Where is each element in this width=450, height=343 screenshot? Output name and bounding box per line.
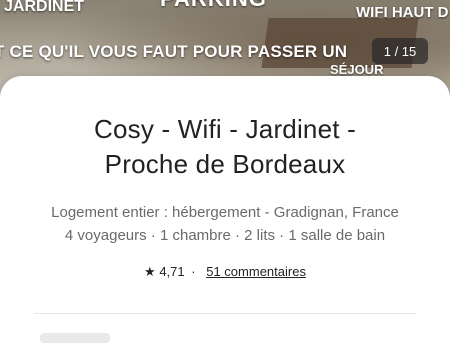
- rating-row: ★ 4,71 · 51 commentaires: [0, 264, 450, 280]
- photo-overlay-text: SÉJOUR: [330, 62, 384, 77]
- photo-overlay-text: JARDINET: [4, 0, 85, 15]
- listing-title-line: Proche de Bordeaux: [104, 149, 346, 179]
- listing-title-line: Cosy - Wifi - Jardinet -: [94, 114, 356, 144]
- listing-subtitle: Logement entier : hébergement - Gradigna…: [51, 204, 399, 221]
- photo-counter: 1 / 15: [372, 38, 428, 64]
- reviews-link[interactable]: 51 commentaires: [206, 264, 306, 279]
- listing-title: Cosy - Wifi - Jardinet - Proche de Borde…: [0, 112, 450, 182]
- separator-dot: ·: [191, 264, 196, 279]
- photo-overlay-text: WIFI HAUT D: [356, 4, 449, 21]
- photo-overlay-text: T CE QU'IL VOUS FAUT POUR PASSER UN: [0, 42, 348, 61]
- next-section-preview: [40, 333, 110, 343]
- star-icon: ★: [144, 264, 156, 279]
- listing-details: 4 voyageurs · 1 chambre · 2 lits · 1 sal…: [64, 227, 386, 244]
- section-divider: [34, 313, 416, 314]
- rating-value: 4,71: [159, 264, 185, 279]
- photo-overlay-text: PARKING: [160, 0, 267, 12]
